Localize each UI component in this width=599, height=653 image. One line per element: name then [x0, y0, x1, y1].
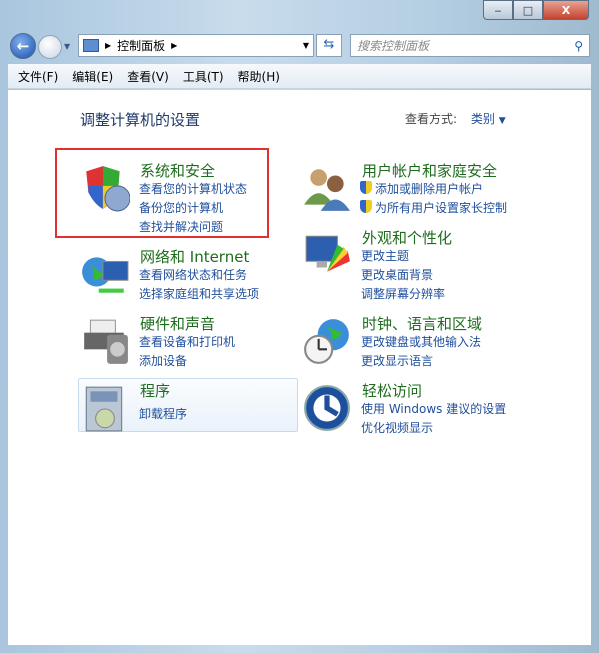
category-link[interactable]: 卸载程序 — [139, 405, 187, 422]
address-dropdown-icon[interactable]: ▼ — [303, 41, 309, 50]
back-arrow-icon: ← — [16, 37, 30, 55]
category-link[interactable]: 查找并解决问题 — [139, 218, 223, 235]
chevron-right-icon: ▶ — [105, 41, 112, 50]
menu-edit[interactable]: 编辑(E) — [72, 68, 113, 85]
back-button[interactable]: ← — [10, 33, 36, 59]
chevron-down-icon[interactable]: ▼ — [499, 116, 506, 126]
menu-bar: 文件(F) 编辑(E) 查看(V) 工具(T) 帮助(H) — [8, 64, 591, 89]
close-button[interactable]: X — [543, 0, 589, 20]
view-by-label: 查看方式: — [405, 112, 458, 126]
search-input[interactable]: 搜索控制面板 ⚲ — [350, 34, 590, 57]
search-icon[interactable]: ⚲ — [574, 39, 583, 53]
category-link[interactable]: 为所有用户设置家长控制 — [375, 199, 507, 216]
category-title[interactable]: 轻松访问 — [362, 380, 422, 401]
clock-globe-icon[interactable] — [302, 316, 352, 366]
maximize-button[interactable]: □ — [513, 0, 543, 20]
category-link[interactable]: 查看设备和打印机 — [139, 333, 235, 350]
search-placeholder: 搜索控制面板 — [357, 39, 430, 53]
menu-help[interactable]: 帮助(H) — [238, 68, 280, 85]
appearance-icon[interactable] — [302, 230, 352, 280]
category-link[interactable]: 添加设备 — [139, 352, 187, 369]
category-link[interactable]: 更改键盘或其他输入法 — [361, 333, 481, 350]
category-link[interactable]: 备份您的计算机 — [139, 199, 223, 216]
minimize-button[interactable]: ‒ — [483, 0, 513, 20]
menu-tools[interactable]: 工具(T) — [183, 68, 224, 85]
category-link[interactable]: 更改桌面背景 — [361, 266, 433, 283]
programs-icon[interactable] — [80, 383, 130, 433]
forward-button[interactable] — [38, 35, 62, 59]
printer-icon[interactable] — [80, 316, 130, 366]
category-title[interactable]: 用户帐户和家庭安全 — [362, 160, 497, 181]
menu-view[interactable]: 查看(V) — [127, 68, 169, 85]
breadcrumb-control-panel[interactable]: 控制面板 — [117, 37, 165, 54]
category-title[interactable]: 程序 — [140, 380, 170, 401]
refresh-button[interactable]: ⇆ — [316, 34, 342, 57]
category-link[interactable]: 优化视频显示 — [361, 419, 433, 436]
category-title[interactable]: 外观和个性化 — [362, 227, 452, 248]
category-link[interactable]: 使用 Windows 建议的设置 — [361, 400, 506, 417]
history-dropdown-icon[interactable]: ▼ — [64, 42, 70, 51]
category-link[interactable]: 更改主题 — [361, 247, 409, 264]
menu-file[interactable]: 文件(F) — [18, 68, 58, 85]
window-controls: ‒ □ X — [483, 0, 589, 20]
view-by: 查看方式: 类别 ▼ — [405, 110, 506, 127]
category-link[interactable]: 查看网络状态和任务 — [139, 266, 247, 283]
uac-shield-icon — [360, 200, 372, 213]
category-link[interactable]: 更改显示语言 — [361, 352, 433, 369]
category-title[interactable]: 硬件和声音 — [140, 313, 215, 334]
network-icon[interactable] — [80, 249, 130, 299]
category-title[interactable]: 系统和安全 — [140, 160, 215, 181]
category-link[interactable]: 查看您的计算机状态 — [139, 180, 247, 197]
address-bar[interactable]: ▶ 控制面板 ▶ ▼ — [78, 34, 314, 57]
category-link[interactable]: 添加或删除用户帐户 — [375, 180, 483, 197]
category-title[interactable]: 时钟、语言和区域 — [362, 313, 482, 334]
ease-of-access-icon[interactable] — [302, 383, 352, 433]
page-title: 调整计算机的设置 — [80, 111, 201, 129]
uac-shield-icon — [360, 181, 372, 194]
shield-icon[interactable] — [80, 163, 130, 213]
chevron-right-icon[interactable]: ▶ — [171, 41, 177, 50]
category-link[interactable]: 调整屏幕分辨率 — [361, 285, 445, 302]
users-icon[interactable] — [302, 163, 352, 213]
control-panel-icon — [83, 39, 99, 52]
category-title[interactable]: 网络和 Internet — [140, 246, 249, 267]
view-by-dropdown[interactable]: 类别 — [471, 112, 495, 126]
category-link[interactable]: 选择家庭组和共享选项 — [139, 285, 259, 302]
